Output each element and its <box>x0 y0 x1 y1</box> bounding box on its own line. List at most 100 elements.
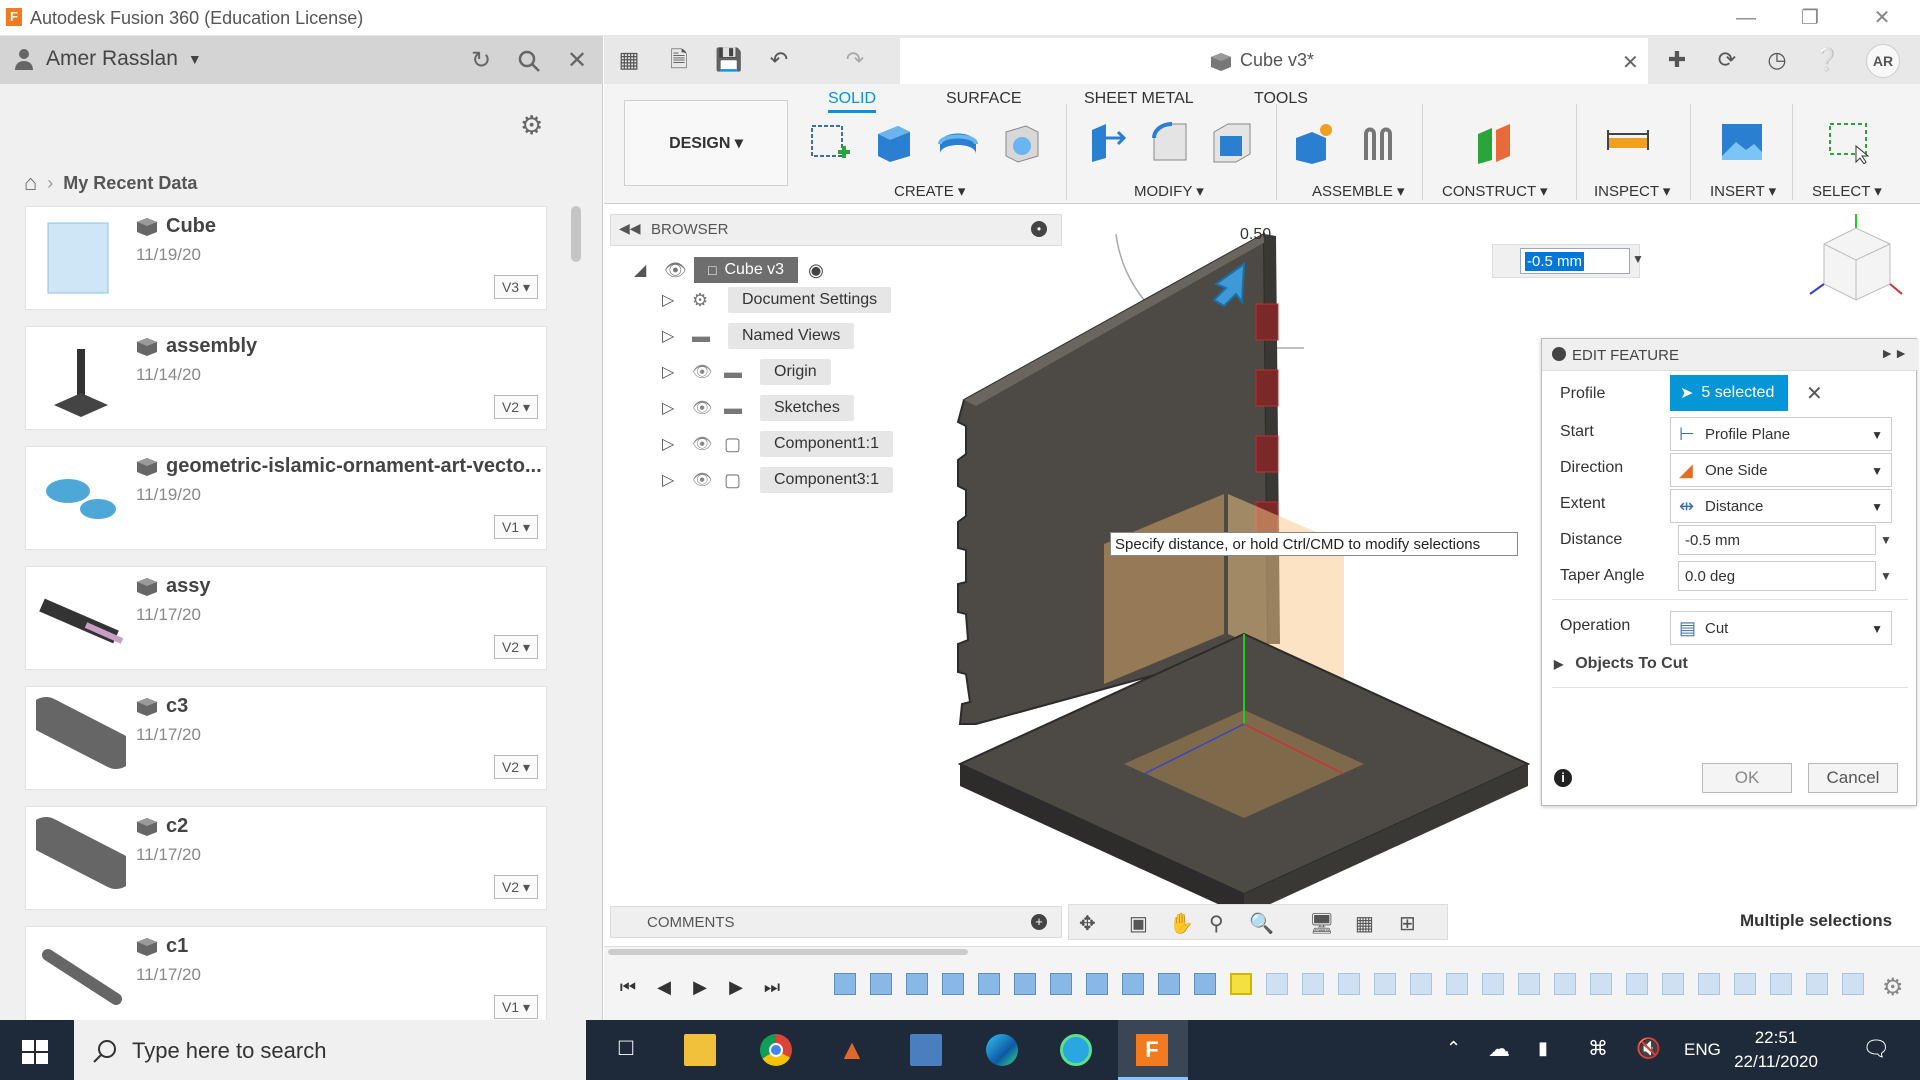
scrollbar-thumb[interactable] <box>571 206 581 262</box>
look-at-icon[interactable]: ▣ <box>1129 911 1148 936</box>
timeline-feature-icon[interactable] <box>1842 973 1864 995</box>
pan-hand-icon[interactable]: ✋ <box>1169 911 1194 936</box>
info-icon[interactable]: i <box>1554 769 1572 787</box>
recent-file-card[interactable]: assembly 11/14/20 V2 ▾ <box>25 326 547 430</box>
expand-triangle-icon[interactable]: ▷ <box>662 398 692 418</box>
revolve-icon[interactable] <box>936 120 980 164</box>
show-hidden-icons-chevron-icon[interactable]: ⌃ <box>1446 1038 1461 1059</box>
close-panel-icon[interactable]: ✕ <box>562 46 592 76</box>
timeline-feature-icon[interactable] <box>1122 973 1144 995</box>
shell-icon[interactable] <box>1000 120 1044 164</box>
distance-input[interactable]: -0.5 mm <box>1520 248 1630 274</box>
expand-dialog-icon[interactable]: ►► <box>1880 345 1908 361</box>
comments-panel-header[interactable]: COMMENTS + <box>610 906 1062 938</box>
volume-muted-icon[interactable]: 🔇 <box>1636 1036 1661 1061</box>
distance-field-dropdown-icon[interactable]: ▼ <box>1880 533 1892 547</box>
fillet-icon[interactable] <box>1148 120 1192 164</box>
timeline-prev-icon[interactable]: ◀ <box>652 975 676 999</box>
version-dropdown[interactable]: V2 ▾ <box>494 635 538 659</box>
expand-triangle-icon[interactable]: ▷ <box>662 290 692 310</box>
taper-dropdown-icon[interactable]: ▼ <box>1880 569 1892 583</box>
tree-item[interactable]: ▷ 👁 ▢ Component3:1 <box>662 466 893 494</box>
timeline-feature-icon[interactable] <box>1446 973 1468 995</box>
clear-selection-icon[interactable]: ✕ <box>1806 381 1823 406</box>
windows-start-icon[interactable] <box>22 1040 48 1064</box>
dialog-pin-icon[interactable] <box>1552 347 1566 361</box>
task-view-icon[interactable]: □ <box>610 1034 642 1066</box>
home-icon[interactable]: ⌂ <box>24 170 37 196</box>
minimize-button[interactable]: — <box>1726 4 1766 32</box>
tree-item[interactable]: ▷ ▬ Named Views <box>662 322 855 350</box>
save-icon[interactable]: 💾 <box>714 46 744 74</box>
apps-grid-icon[interactable]: ▦ <box>614 46 644 74</box>
version-dropdown[interactable]: V3 ▾ <box>494 275 538 299</box>
display-settings-icon[interactable]: 🖥 <box>1309 911 1334 936</box>
recent-file-card[interactable]: Cube 11/19/20 V3 ▾ <box>25 206 547 310</box>
tree-item[interactable]: ▷ 👁 ▬ Sketches <box>662 394 854 422</box>
timeline-feature-icon[interactable] <box>1230 973 1252 995</box>
tab-sheet-metal[interactable]: SHEET METAL <box>1084 90 1194 108</box>
avatar[interactable]: AR <box>1866 44 1900 78</box>
cancel-button[interactable]: Cancel <box>1808 763 1898 793</box>
direction-dropdown[interactable]: ◢ One Side ▼ <box>1670 453 1892 487</box>
tab-solid[interactable]: SOLID <box>828 90 877 113</box>
recent-file-card[interactable]: c1 11/17/20 V1 ▾ <box>25 926 547 1030</box>
version-dropdown[interactable]: V1 ▾ <box>494 515 538 539</box>
remote-desktop-icon[interactable] <box>910 1034 942 1066</box>
timeline-feature-icon[interactable] <box>1158 973 1180 995</box>
zoom-icon[interactable]: ⚲ <box>1209 911 1224 936</box>
timeline-feature-icon[interactable] <box>978 973 1000 995</box>
refresh-icon[interactable]: ↻ <box>466 46 496 76</box>
tree-root[interactable]: ◢ 👁 □ Cube v3 ◉ <box>634 256 824 284</box>
eye-icon[interactable]: 👁 <box>692 362 724 382</box>
offset-plane-icon[interactable] <box>1474 120 1518 164</box>
timeline-end-icon[interactable]: ⏭ <box>760 975 784 999</box>
timeline-feature-icon[interactable] <box>1518 973 1540 995</box>
taskbar-search-box[interactable]: Type here to search <box>74 1020 586 1080</box>
timeline-feature-icon[interactable] <box>1554 973 1576 995</box>
timeline-feature-icon[interactable] <box>1014 973 1036 995</box>
timeline-feature-icon[interactable] <box>1806 973 1828 995</box>
measure-icon[interactable] <box>1606 120 1650 164</box>
eye-icon[interactable]: 👁 <box>692 398 724 418</box>
eye-icon[interactable]: 👁 <box>692 470 724 490</box>
taper-angle-field[interactable]: 0.0 deg <box>1678 561 1876 591</box>
operation-dropdown[interactable]: ▤ Cut ▼ <box>1670 611 1892 645</box>
press-pull-icon[interactable] <box>1084 120 1128 164</box>
select-menu[interactable]: SELECT ▾ <box>1812 182 1882 200</box>
workspace-switcher[interactable]: DESIGN ▾ <box>624 100 788 186</box>
user-menu[interactable]: Amer Rasslan ▼ <box>46 47 202 71</box>
edge-icon[interactable] <box>986 1034 1018 1066</box>
create-sketch-icon[interactable] <box>808 120 852 164</box>
collapse-triangle-icon[interactable]: ◢ <box>634 260 664 280</box>
file-explorer-icon[interactable] <box>684 1034 716 1066</box>
battery-icon[interactable]: ▮ <box>1538 1038 1548 1059</box>
matlab-icon[interactable]: ▲ <box>836 1034 868 1066</box>
profile-selection-button[interactable]: ➤ 5 selected <box>1670 375 1788 411</box>
expand-triangle-icon[interactable]: ▷ <box>662 326 692 346</box>
tree-item[interactable]: ▷ 👁 ▬ Origin <box>662 358 831 386</box>
tab-surface[interactable]: SURFACE <box>946 90 1022 108</box>
orbit-icon[interactable]: ✥ <box>1079 911 1096 936</box>
distance-field[interactable]: -0.5 mm <box>1678 525 1876 555</box>
view-cube-icon[interactable] <box>1804 214 1904 314</box>
timeline-feature-icon[interactable] <box>1266 973 1288 995</box>
start-dropdown[interactable]: ⊢ Profile Plane ▼ <box>1670 417 1892 451</box>
create-menu[interactable]: CREATE ▾ <box>894 182 965 200</box>
timeline-feature-icon[interactable] <box>1302 973 1324 995</box>
close-tab-icon[interactable]: ✕ <box>1622 50 1639 75</box>
extensions-icon[interactable]: ⟳ <box>1712 46 1742 74</box>
expand-triangle-icon[interactable]: ▷ <box>662 470 692 490</box>
insert-image-icon[interactable] <box>1720 120 1764 164</box>
add-comment-icon[interactable]: + <box>1031 914 1047 930</box>
timeline-feature-icon[interactable] <box>942 973 964 995</box>
close-window-button[interactable]: ✕ <box>1862 4 1902 32</box>
tab-tools[interactable]: TOOLS <box>1254 90 1308 108</box>
fit-icon[interactable]: 🔍 <box>1249 911 1274 936</box>
timeline-feature-icon[interactable] <box>870 973 892 995</box>
timeline-feature-icon[interactable] <box>1410 973 1432 995</box>
viewports-icon[interactable]: ⊞ <box>1399 911 1416 936</box>
timeline-feature-icon[interactable] <box>1662 973 1684 995</box>
eye-icon[interactable]: 👁 <box>692 434 724 454</box>
notifications-icon[interactable]: 🗨 <box>1862 1036 1890 1062</box>
